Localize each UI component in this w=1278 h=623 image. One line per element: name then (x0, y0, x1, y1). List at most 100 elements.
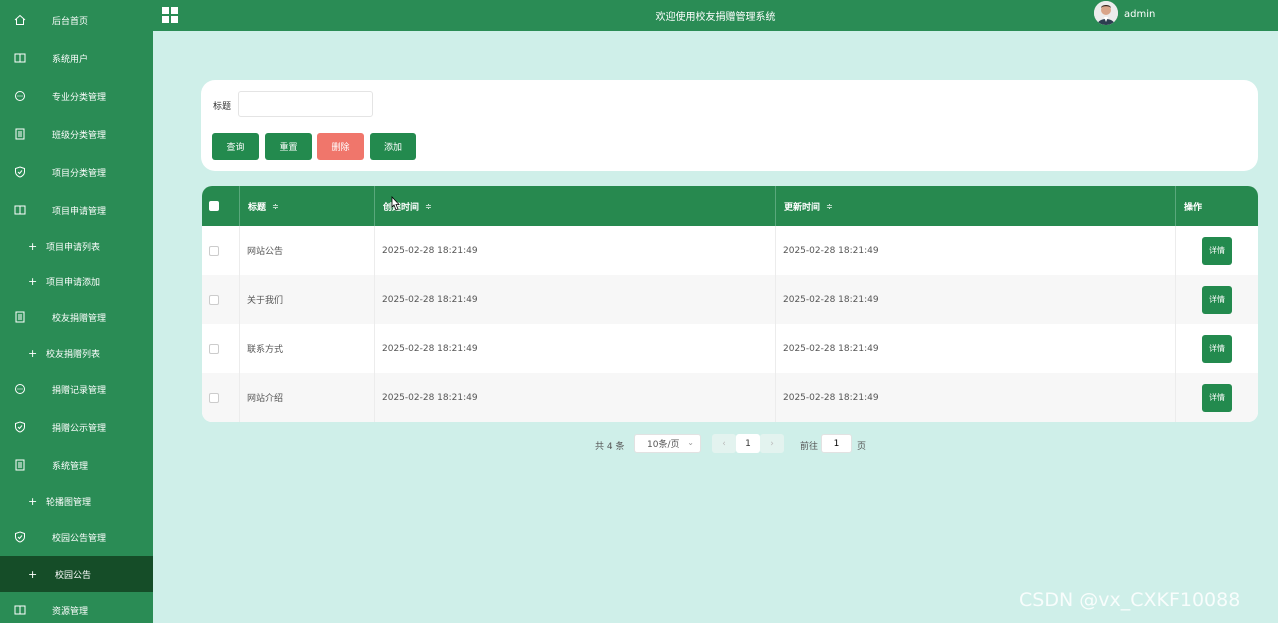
table-row: 关于我们 2025-02-28 18:21:49 2025-02-28 18:2… (202, 275, 1258, 324)
add-button[interactable]: 添加 (370, 133, 416, 160)
row-checkbox[interactable] (209, 245, 219, 256)
title-search-input[interactable] (238, 91, 373, 117)
cell-created: 2025-02-28 18:21:49 (375, 324, 776, 373)
cell-updated: 2025-02-28 18:21:49 (776, 324, 1176, 373)
sidebar-item-label: 后台首页 (52, 16, 89, 27)
username[interactable]: admin (1124, 9, 1155, 20)
column-updated[interactable]: 更新时间 ≑ (776, 186, 1176, 226)
cell-title: 网站介绍 (240, 373, 375, 422)
chat-icon (13, 382, 27, 396)
column-actions-label: 操作 (1184, 202, 1203, 213)
sidebar-item-label: 系统管理 (52, 461, 89, 472)
sidebar-item-carousel[interactable]: + 轮播图管理 (0, 483, 153, 519)
reset-button[interactable]: 重置 (265, 133, 312, 160)
sidebar-item-project-application-list[interactable]: + 项目申请列表 (0, 228, 153, 264)
document-icon (13, 127, 27, 141)
goto-label: 前往 (800, 442, 819, 452)
sidebar-item-donation-records[interactable]: 捐赠记录管理 (0, 371, 153, 407)
plus-icon: + (28, 567, 38, 581)
home-icon (13, 13, 27, 27)
prev-page-button[interactable]: ‹ (712, 434, 736, 453)
sidebar-item-label: 项目申请添加 (46, 277, 101, 288)
detail-button[interactable]: 详情 (1202, 285, 1232, 314)
detail-button[interactable]: 详情 (1202, 334, 1232, 363)
sidebar-item-project-category[interactable]: 项目分类管理 (0, 154, 153, 190)
row-select-cell (202, 324, 240, 373)
columns-icon (13, 603, 27, 617)
sidebar-item-label: 捐赠记录管理 (52, 385, 107, 396)
row-select-cell (202, 373, 240, 422)
query-button[interactable]: 查询 (212, 133, 259, 160)
plus-icon: + (28, 274, 38, 288)
plus-icon: + (28, 239, 38, 253)
select-all-checkbox[interactable] (209, 201, 219, 211)
sidebar-item-label: 资源管理 (52, 606, 89, 617)
column-created[interactable]: 创建时间 ≑ (375, 186, 776, 226)
table-row: 网站介绍 2025-02-28 18:21:49 2025-02-28 18:2… (202, 373, 1258, 422)
column-updated-label: 更新时间 (784, 202, 821, 213)
cell-title: 网站公告 (240, 226, 375, 275)
sidebar-item-label: 专业分类管理 (52, 92, 107, 103)
search-title-label: 标题 (213, 102, 232, 112)
goto-page-input[interactable] (821, 434, 852, 453)
shield-icon (13, 530, 27, 544)
row-select-cell (202, 275, 240, 324)
row-select-cell (202, 226, 240, 275)
sidebar-item-resource-management[interactable]: 资源管理 (0, 592, 153, 623)
sidebar-item-label: 项目分类管理 (52, 168, 107, 179)
sidebar-item-home[interactable]: 后台首页 (0, 2, 153, 38)
top-header: 欢迎使用校友捐赠管理系统 admin (153, 0, 1278, 31)
page-number-current[interactable]: 1 (736, 434, 760, 453)
chevron-left-icon: ‹ (722, 438, 726, 449)
sort-icon[interactable]: ≑ (425, 202, 432, 211)
avatar[interactable] (1094, 1, 1118, 25)
plus-icon: + (28, 346, 38, 360)
page-size-select[interactable]: 10条/页 ⌄ (634, 434, 701, 453)
sort-icon[interactable]: ≑ (826, 202, 833, 211)
sidebar-item-system-management[interactable]: 系统管理 (0, 447, 153, 483)
sidebar-item-alumni-donation-list[interactable]: + 校友捐赠列表 (0, 335, 153, 371)
page-suffix-label: 页 (857, 442, 867, 452)
sidebar-item-project-application[interactable]: 项目申请管理 (0, 192, 153, 228)
chat-icon (13, 89, 27, 103)
table-header: 标题 ≑ 创建时间 ≑ 更新时间 ≑ 操作 (202, 186, 1258, 226)
sidebar-item-class-category[interactable]: 班级分类管理 (0, 116, 153, 152)
sidebar-item-label: 校园公告管理 (52, 533, 107, 544)
sidebar-item-label: 系统用户 (52, 54, 89, 65)
cell-created: 2025-02-28 18:21:49 (375, 275, 776, 324)
cell-actions: 详情 (1176, 324, 1258, 373)
cell-updated: 2025-02-28 18:21:49 (776, 226, 1176, 275)
sidebar-item-label: 项目申请列表 (46, 242, 101, 253)
cell-updated: 2025-02-28 18:21:49 (776, 373, 1176, 422)
sidebar-item-alumni-donation[interactable]: 校友捐赠管理 (0, 299, 153, 335)
sidebar-item-campus-notice[interactable]: + 校园公告 (0, 556, 153, 592)
delete-button[interactable]: 删除 (317, 133, 364, 160)
sidebar-item-project-application-add[interactable]: + 项目申请添加 (0, 263, 153, 299)
document-icon (13, 458, 27, 472)
column-title[interactable]: 标题 ≑ (240, 186, 375, 226)
row-checkbox[interactable] (209, 392, 219, 403)
detail-button[interactable]: 详情 (1202, 236, 1232, 265)
table-row: 联系方式 2025-02-28 18:21:49 2025-02-28 18:2… (202, 324, 1258, 373)
shield-icon (13, 420, 27, 434)
total-count: 共 4 条 (595, 442, 625, 452)
sidebar-item-campus-notice-management[interactable]: 校园公告管理 (0, 519, 153, 555)
search-panel: 标题 查询 重置 删除 添加 (201, 80, 1258, 171)
sidebar-item-donation-publicity[interactable]: 捐赠公示管理 (0, 409, 153, 445)
column-actions: 操作 (1176, 186, 1258, 226)
row-checkbox[interactable] (209, 343, 219, 354)
row-checkbox[interactable] (209, 294, 219, 305)
sidebar-item-label: 校友捐赠管理 (52, 313, 107, 324)
sidebar-item-label: 校友捐赠列表 (46, 349, 101, 360)
sort-icon[interactable]: ≑ (272, 202, 279, 211)
cell-created: 2025-02-28 18:21:49 (375, 373, 776, 422)
cell-created: 2025-02-28 18:21:49 (375, 226, 776, 275)
sidebar-item-major-category[interactable]: 专业分类管理 (0, 78, 153, 114)
cell-actions: 详情 (1176, 275, 1258, 324)
next-page-button[interactable]: › (760, 434, 784, 453)
detail-button[interactable]: 详情 (1202, 383, 1232, 412)
sidebar-item-label: 项目申请管理 (52, 206, 107, 217)
sidebar-item-system-users[interactable]: 系统用户 (0, 40, 153, 76)
cell-title: 联系方式 (240, 324, 375, 373)
watermark: CSDN @vx_CXKF10088 (1019, 589, 1241, 611)
